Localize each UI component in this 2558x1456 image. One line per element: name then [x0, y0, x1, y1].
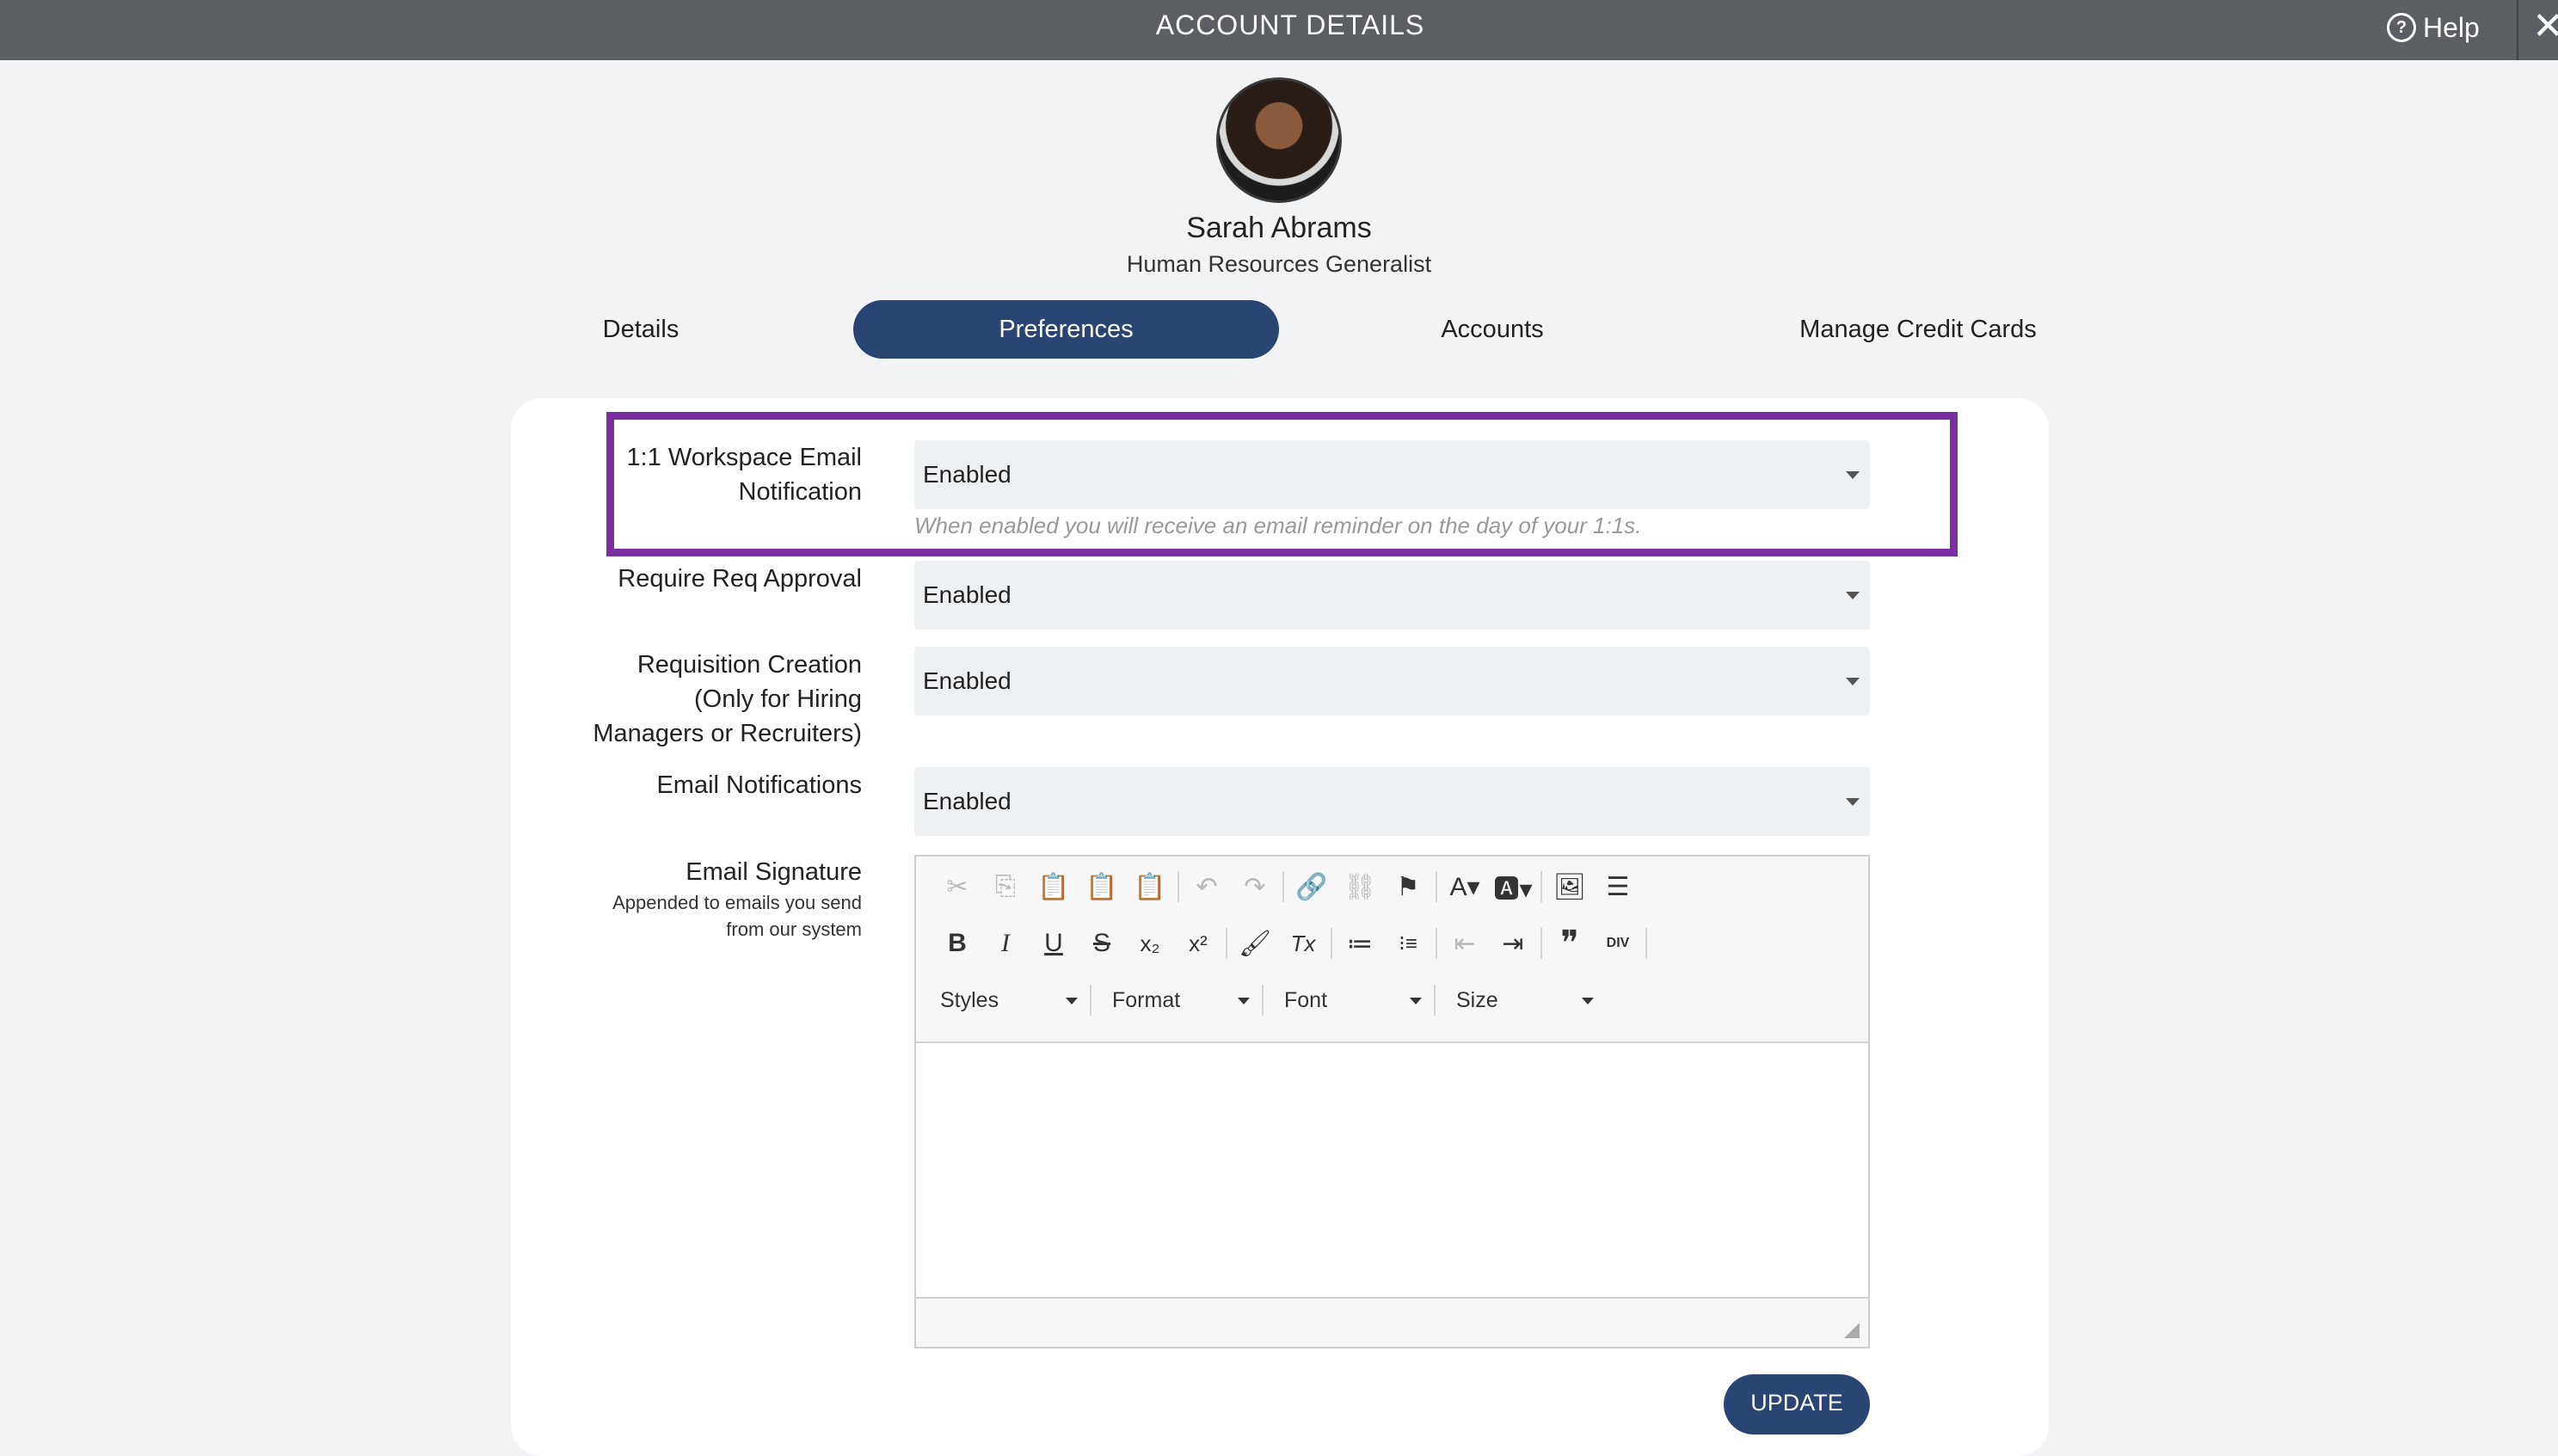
- link-icon[interactable]: 🔗: [1288, 865, 1336, 908]
- toolbar-row-2: B I U S x₂ x² 🖌 Tx ≔ ⁝≡ ⇤ ⇥ ❞ DIV: [933, 922, 1651, 965]
- profile-name: Sarah Abrams: [1186, 212, 1372, 244]
- req-creation-label: Requisition Creation (Only for Hiring Ma…: [593, 648, 862, 751]
- profile-role: Human Resources Generalist: [1126, 251, 1432, 277]
- caret-down-icon: [1582, 998, 1594, 1004]
- email-signature-editor[interactable]: ✂ ⎘ 📋 📋 📋 ↶ ↷ 🔗 ⛓ ⚑ A▾ 🅰▾ 🖼 ☰ B I U S x₂…: [914, 855, 1870, 1348]
- horizontal-line-icon[interactable]: ☰: [1594, 865, 1642, 908]
- paste-icon[interactable]: 📋: [1030, 865, 1078, 908]
- redo-icon[interactable]: ↷: [1231, 865, 1279, 908]
- avatar: [1216, 77, 1342, 203]
- numbered-list-icon[interactable]: ≔: [1336, 922, 1384, 965]
- req-approval-value: Enabled: [923, 581, 1012, 608]
- tab-manage-credit-cards[interactable]: Manage Credit Cards: [1763, 300, 2073, 359]
- underline-icon[interactable]: U: [1030, 922, 1078, 965]
- editor-toolbar: ✂ ⎘ 📋 📋 📋 ↶ ↷ 🔗 ⛓ ⚑ A▾ 🅰▾ 🖼 ☰ B I U S x₂…: [916, 857, 1868, 1043]
- toolbar-separator: [1540, 871, 1542, 902]
- req-creation-select[interactable]: Enabled: [914, 647, 1870, 716]
- email-notifications-select[interactable]: Enabled: [914, 767, 1870, 836]
- caret-down-icon: [1846, 592, 1860, 599]
- font-dropdown[interactable]: Font: [1267, 979, 1430, 1022]
- caret-down-icon: [1846, 798, 1860, 806]
- tab-accounts[interactable]: Accounts: [1385, 300, 1600, 359]
- strikethrough-icon[interactable]: S: [1078, 922, 1126, 965]
- tab-details[interactable]: Details: [533, 300, 748, 359]
- paste-word-icon[interactable]: 📋: [1126, 865, 1174, 908]
- indent-icon[interactable]: ⇥: [1489, 922, 1537, 965]
- toolbar-separator: [1282, 871, 1284, 902]
- header-bar: ACCOUNT DETAILS ? Help ✕: [0, 0, 2558, 60]
- toolbar-separator: [1178, 871, 1179, 902]
- font-label: Font: [1284, 988, 1328, 1012]
- email-signature-sub-line1: Appended to emails you send: [612, 892, 862, 913]
- help-label: Help: [2423, 12, 2480, 43]
- email-signature-title: Email Signature: [686, 858, 862, 886]
- toolbar-separator: [1331, 928, 1332, 959]
- req-creation-label-line3: Managers or Recruiters): [593, 720, 862, 747]
- resize-handle-icon[interactable]: [1844, 1323, 1860, 1338]
- toolbar-separator: [1226, 928, 1227, 959]
- email-signature-sub-line2: from our system: [726, 918, 862, 940]
- req-creation-value: Enabled: [923, 667, 1012, 694]
- toolbar-row-3: Styles Format Font Size: [923, 979, 1602, 1022]
- toolbar-separator: [1540, 928, 1542, 959]
- image-icon[interactable]: 🖼: [1546, 865, 1594, 908]
- help-button[interactable]: ? Help: [2387, 10, 2480, 45]
- email-notifications-label: Email Notifications: [656, 771, 862, 799]
- toolbar-separator: [1434, 985, 1436, 1016]
- toolbar-separator: [1436, 928, 1437, 959]
- req-creation-label-line2: (Only for Hiring: [694, 685, 862, 713]
- text-color-icon[interactable]: A▾: [1441, 865, 1489, 908]
- req-approval-label: Require Req Approval: [618, 565, 862, 593]
- editor-content-area[interactable]: [916, 1043, 1868, 1301]
- copy-formatting-icon[interactable]: 🖌: [1231, 922, 1279, 965]
- italic-icon[interactable]: I: [981, 922, 1030, 965]
- close-icon[interactable]: ✕: [2532, 5, 2558, 48]
- paste-text-icon[interactable]: 📋: [1078, 865, 1126, 908]
- caret-down-icon: [1066, 998, 1078, 1004]
- help-icon: ?: [2387, 13, 2416, 42]
- caret-down-icon: [1238, 998, 1250, 1004]
- background-color-icon[interactable]: 🅰▾: [1489, 865, 1537, 908]
- toolbar-separator: [1262, 985, 1264, 1016]
- email-signature-label: Email Signature Appended to emails you s…: [612, 855, 862, 943]
- undo-icon[interactable]: ↶: [1183, 865, 1231, 908]
- format-dropdown[interactable]: Format: [1095, 979, 1258, 1022]
- subscript-icon[interactable]: x₂: [1126, 922, 1174, 965]
- format-label: Format: [1112, 988, 1181, 1012]
- toolbar-separator: [1090, 985, 1091, 1016]
- toolbar-separator: [1645, 928, 1647, 959]
- highlight-box: [606, 412, 1958, 556]
- outdent-icon[interactable]: ⇤: [1441, 922, 1489, 965]
- size-label: Size: [1456, 988, 1498, 1012]
- styles-label: Styles: [940, 988, 999, 1012]
- remove-format-icon[interactable]: Tx: [1279, 922, 1327, 965]
- cut-icon[interactable]: ✂: [933, 865, 981, 908]
- tab-preferences[interactable]: Preferences: [853, 300, 1279, 359]
- caret-down-icon: [1410, 998, 1422, 1004]
- blockquote-icon[interactable]: ❞: [1546, 922, 1594, 965]
- update-button[interactable]: UPDATE: [1724, 1374, 1870, 1434]
- superscript-icon[interactable]: x²: [1174, 922, 1222, 965]
- req-creation-label-line1: Requisition Creation: [636, 651, 862, 679]
- page-title: ACCOUNT DETAILS: [1155, 9, 1425, 40]
- bold-icon[interactable]: B: [933, 922, 981, 965]
- editor-statusbar: [916, 1297, 1868, 1347]
- size-dropdown[interactable]: Size: [1439, 979, 1602, 1022]
- unlink-icon[interactable]: ⛓: [1336, 865, 1384, 908]
- toolbar-row-1: ✂ ⎘ 📋 📋 📋 ↶ ↷ 🔗 ⛓ ⚑ A▾ 🅰▾ 🖼 ☰: [933, 865, 1642, 908]
- copy-icon[interactable]: ⎘: [981, 865, 1030, 908]
- header-divider: [2517, 0, 2518, 60]
- req-approval-select[interactable]: Enabled: [914, 561, 1870, 630]
- styles-dropdown[interactable]: Styles: [923, 979, 1086, 1022]
- toolbar-separator: [1436, 871, 1437, 902]
- email-notifications-value: Enabled: [923, 788, 1012, 814]
- caret-down-icon: [1846, 678, 1860, 685]
- anchor-flag-icon[interactable]: ⚑: [1384, 865, 1432, 908]
- bulleted-list-icon[interactable]: ⁝≡: [1384, 922, 1432, 965]
- create-div-icon[interactable]: DIV: [1594, 922, 1642, 965]
